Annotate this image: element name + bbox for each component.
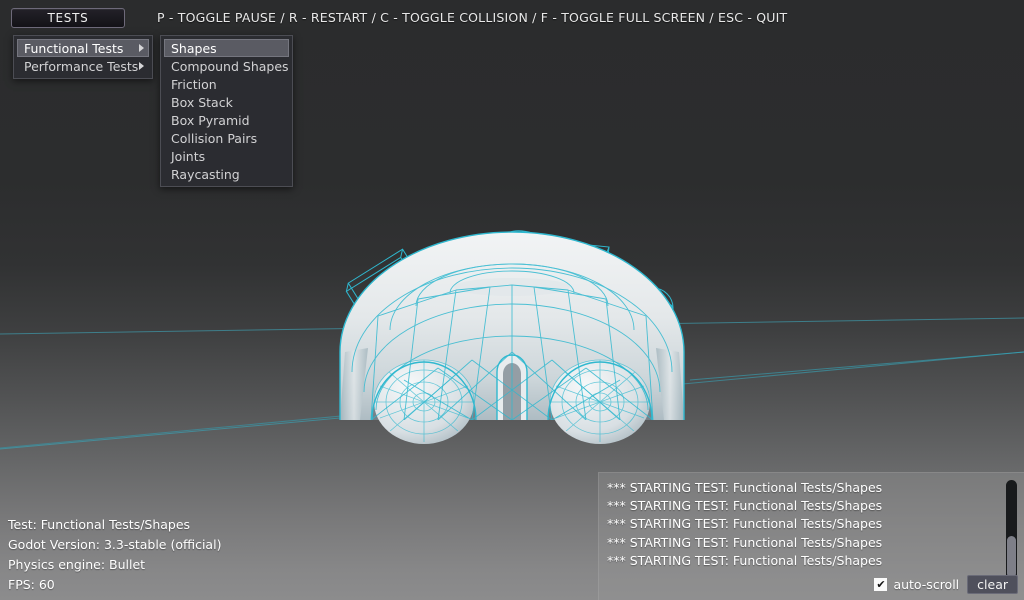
log-line: *** STARTING TEST: Functional Tests/Shap…: [607, 498, 883, 514]
submenu-item-box-pyramid[interactable]: Box Pyramid: [164, 111, 289, 129]
menu-item-performance-tests-label: Performance Tests: [24, 59, 139, 74]
autoscroll-label: auto-scroll: [893, 577, 960, 592]
autoscroll-toggle[interactable]: ✔ auto-scroll: [874, 577, 959, 592]
log-scrollbar[interactable]: [1006, 480, 1017, 581]
menu-item-functional-tests-label: Functional Tests: [24, 41, 124, 56]
checkmark-icon: ✔: [876, 578, 886, 591]
log-scrollbar-thumb[interactable]: [1007, 535, 1016, 578]
submenu-item-label: Raycasting: [171, 167, 240, 182]
submenu-item-raycasting[interactable]: Raycasting: [164, 165, 289, 183]
log-line: *** STARTING TEST: Functional Tests/Shap…: [607, 516, 883, 532]
menu-item-functional-tests[interactable]: Functional Tests: [17, 39, 149, 57]
clear-log-button[interactable]: clear: [967, 575, 1018, 594]
submenu-item-collision-pairs[interactable]: Collision Pairs: [164, 129, 289, 147]
submenu-item-label: Shapes: [171, 41, 217, 56]
submenu-arrow-icon: [139, 62, 144, 70]
submenu-item-label: Box Pyramid: [171, 113, 250, 128]
log-line: *** STARTING TEST: Functional Tests/Shap…: [607, 534, 883, 550]
menu-item-performance-tests[interactable]: Performance Tests: [17, 57, 149, 75]
functional-tests-submenu: Shapes Compound Shapes Friction Box Stac…: [160, 35, 293, 187]
submenu-item-friction[interactable]: Friction: [164, 75, 289, 93]
submenu-item-label: Box Stack: [171, 95, 233, 110]
status-line-godot-version: Godot Version: 3.3-stable (official): [8, 537, 222, 552]
status-overlay: Test: Functional Tests/Shapes Godot Vers…: [8, 515, 221, 595]
submenu-item-joints[interactable]: Joints: [164, 147, 289, 165]
submenu-item-label: Joints: [171, 149, 206, 164]
log-panel: *** STARTING TEST: Functional Tests/Shap…: [598, 472, 1024, 600]
tests-menu-button-label: TESTS: [47, 11, 89, 25]
status-line-test: Test: Functional Tests/Shapes: [8, 517, 191, 532]
log-footer: ✔ auto-scroll clear: [874, 575, 1018, 594]
submenu-item-label: Collision Pairs: [171, 131, 258, 146]
tests-root-menu: Functional Tests Performance Tests: [13, 35, 153, 79]
log-output[interactable]: *** STARTING TEST: Functional Tests/Shap…: [607, 479, 996, 570]
clear-log-button-label: clear: [977, 577, 1008, 592]
hotkeys-bar: P - TOGGLE PAUSE / R - RESTART / C - TOG…: [157, 10, 788, 25]
autoscroll-checkbox[interactable]: ✔: [874, 578, 888, 591]
status-line-fps: FPS: 60: [8, 577, 55, 592]
submenu-item-compound-shapes[interactable]: Compound Shapes: [164, 57, 289, 75]
status-line-physics-engine: Physics engine: Bullet: [8, 557, 146, 572]
submenu-item-label: Friction: [171, 77, 217, 92]
app-window: P - TOGGLE PAUSE / R - RESTART / C - TOG…: [0, 0, 1024, 600]
log-line: *** STARTING TEST: Functional Tests/Shap…: [607, 552, 883, 568]
submenu-item-box-stack[interactable]: Box Stack: [164, 93, 289, 111]
tests-menu-button[interactable]: TESTS: [11, 8, 125, 28]
submenu-item-shapes[interactable]: Shapes: [164, 39, 289, 57]
log-line: *** STARTING TEST: Functional Tests/Shap…: [607, 480, 883, 495]
submenu-item-label: Compound Shapes: [171, 59, 289, 74]
submenu-arrow-icon: [139, 44, 144, 52]
